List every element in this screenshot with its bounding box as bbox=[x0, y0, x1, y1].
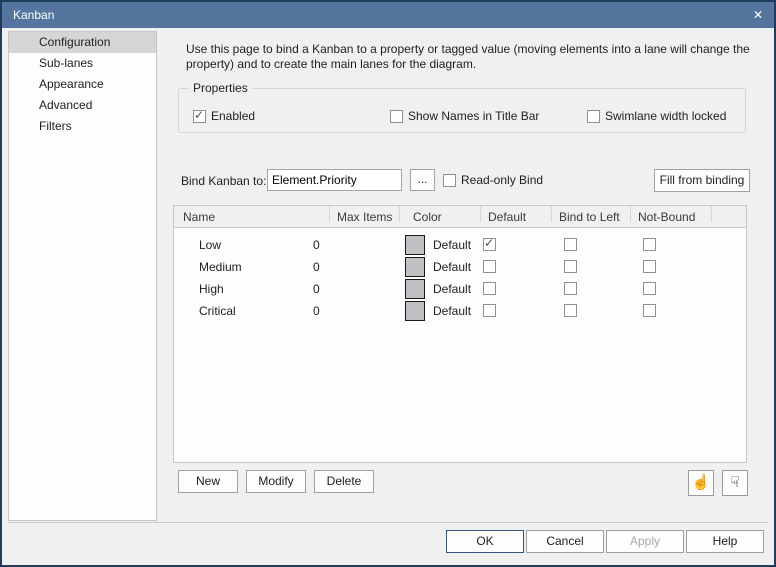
lane-color-swatch[interactable] bbox=[405, 279, 425, 299]
header-divider bbox=[551, 206, 552, 222]
bind-kanban-label: Bind Kanban to: bbox=[181, 174, 267, 188]
lane-color-swatch[interactable] bbox=[405, 301, 425, 321]
delete-button[interactable]: Delete bbox=[314, 470, 374, 493]
swimlane-locked-label: Swimlane width locked bbox=[605, 109, 727, 123]
lane-not-bound-checkbox[interactable] bbox=[643, 282, 656, 295]
lane-max-items: 0 bbox=[313, 282, 320, 296]
properties-group: Properties Enabled Show Names in Title B… bbox=[178, 81, 746, 133]
enabled-checkbox[interactable] bbox=[193, 109, 206, 123]
swimlane-locked-checkbox-row: Swimlane width locked bbox=[587, 109, 726, 123]
header-default: Default bbox=[488, 210, 527, 224]
lane-name: High bbox=[199, 282, 224, 296]
header-max-items: Max Items bbox=[337, 210, 393, 224]
enabled-label: Enabled bbox=[211, 109, 256, 123]
lane-name: Low bbox=[199, 238, 222, 252]
lane-default-checkbox[interactable] bbox=[483, 237, 496, 251]
lane-default-checkbox[interactable] bbox=[483, 260, 496, 273]
readonly-bind-label: Read-only Bind bbox=[461, 173, 544, 187]
table-row-medium[interactable]: Medium 0 Default bbox=[174, 256, 746, 278]
lane-bind-to-left-checkbox[interactable] bbox=[564, 282, 577, 295]
show-names-label: Show Names in Title Bar bbox=[408, 109, 540, 123]
ok-button[interactable]: OK bbox=[446, 530, 524, 553]
lane-max-items: 0 bbox=[313, 260, 320, 274]
lane-not-bound-checkbox[interactable] bbox=[643, 260, 656, 273]
new-button[interactable]: New bbox=[178, 470, 238, 493]
table-row-high[interactable]: High 0 Default bbox=[174, 278, 746, 300]
move-down-hand-icon[interactable]: ☟ bbox=[722, 470, 748, 496]
header-color: Color bbox=[413, 210, 442, 224]
move-up-hand-icon[interactable]: ☝ bbox=[688, 470, 714, 496]
modify-button[interactable]: Modify bbox=[246, 470, 306, 493]
table-row-critical[interactable]: Critical 0 Default bbox=[174, 300, 746, 322]
title-bar: Kanban ✕ bbox=[2, 2, 774, 28]
properties-legend: Properties bbox=[189, 81, 252, 95]
page-description: Use this page to bind a Kanban to a prop… bbox=[186, 42, 750, 71]
sidebar-item-appearance[interactable]: Appearance bbox=[9, 74, 156, 95]
lane-max-items: 0 bbox=[313, 304, 320, 318]
lane-name: Critical bbox=[199, 304, 236, 318]
help-button[interactable]: Help bbox=[686, 530, 764, 553]
lane-color-swatch[interactable] bbox=[405, 235, 425, 255]
readonly-bind-checkbox[interactable] bbox=[443, 173, 456, 187]
apply-button: Apply bbox=[606, 530, 684, 553]
header-divider bbox=[480, 206, 481, 222]
lane-default-checkbox[interactable] bbox=[483, 304, 496, 317]
lanes-table: Name Max Items Color Default Bind to Lef… bbox=[173, 205, 747, 463]
sidebar-item-advanced[interactable]: Advanced bbox=[9, 95, 156, 116]
cancel-button[interactable]: Cancel bbox=[526, 530, 604, 553]
kanban-dialog: Kanban ✕ Configuration Sub-lanes Appeara… bbox=[0, 0, 776, 567]
sidebar: Configuration Sub-lanes Appearance Advan… bbox=[8, 31, 157, 521]
table-row-low[interactable]: Low 0 Default bbox=[174, 234, 746, 256]
sidebar-item-configuration[interactable]: Configuration bbox=[9, 32, 156, 53]
lane-color-label: Default bbox=[433, 304, 472, 318]
dialog-title: Kanban bbox=[13, 8, 55, 22]
header-bind-to-left: Bind to Left bbox=[559, 210, 620, 224]
lane-color-swatch[interactable] bbox=[405, 257, 425, 277]
header-not-bound: Not-Bound bbox=[638, 210, 696, 224]
swimlane-locked-checkbox[interactable] bbox=[587, 109, 600, 123]
readonly-bind-row: Read-only Bind bbox=[443, 173, 543, 187]
header-divider bbox=[329, 206, 330, 222]
lane-default-checkbox[interactable] bbox=[483, 282, 496, 295]
bind-kanban-input[interactable] bbox=[267, 169, 402, 191]
header-name: Name bbox=[183, 210, 216, 224]
lane-bind-to-left-checkbox[interactable] bbox=[564, 304, 577, 317]
lane-color-label: Default bbox=[433, 260, 472, 274]
lanes-table-header: Name Max Items Color Default Bind to Lef… bbox=[174, 206, 746, 228]
lane-max-items: 0 bbox=[313, 238, 320, 252]
fill-from-binding-button[interactable]: Fill from binding bbox=[654, 169, 750, 192]
lane-color-label: Default bbox=[433, 238, 472, 252]
close-icon[interactable]: ✕ bbox=[753, 2, 763, 28]
show-names-checkbox[interactable] bbox=[390, 109, 403, 123]
lane-bind-to-left-checkbox[interactable] bbox=[564, 238, 577, 251]
show-names-checkbox-row: Show Names in Title Bar bbox=[390, 109, 539, 123]
browse-button[interactable]: ... bbox=[410, 169, 435, 191]
header-divider bbox=[630, 206, 631, 222]
enabled-checkbox-row: Enabled bbox=[193, 109, 255, 123]
lane-color-label: Default bbox=[433, 282, 472, 296]
header-divider bbox=[711, 206, 712, 222]
sidebar-item-sub-lanes[interactable]: Sub-lanes bbox=[9, 53, 156, 74]
header-divider bbox=[399, 206, 400, 222]
lane-not-bound-checkbox[interactable] bbox=[643, 304, 656, 317]
footer-divider bbox=[8, 522, 768, 523]
sidebar-item-filters[interactable]: Filters bbox=[9, 116, 156, 137]
lane-not-bound-checkbox[interactable] bbox=[643, 238, 656, 251]
lane-name: Medium bbox=[199, 260, 242, 274]
lane-bind-to-left-checkbox[interactable] bbox=[564, 260, 577, 273]
